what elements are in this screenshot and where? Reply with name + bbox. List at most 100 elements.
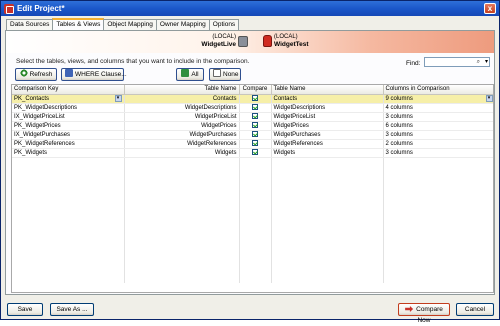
find-input[interactable]: ⌕ ▾ (424, 57, 490, 67)
database-banner: (LOCAL) WidgetLive (LOCAL) WidgetTest (6, 31, 494, 53)
search-icon[interactable]: ⌕ (477, 59, 480, 66)
title-bar[interactable]: Edit Project* x (1, 1, 499, 16)
where-clause-button[interactable]: WHERE Clause... (61, 68, 127, 81)
compare-checkbox[interactable] (252, 139, 258, 146)
compare-checkbox[interactable] (252, 121, 258, 128)
empty-cell (239, 175, 272, 184)
compare-cell[interactable] (239, 139, 272, 149)
right-table-name-cell-text: WidgetPurchases (273, 131, 321, 138)
table-row[interactable]: IX_WidgetPurchases WidgetPurchases WidgetP… (12, 130, 493, 140)
find-label: Find: (406, 60, 421, 67)
columns-in-comparison-cell[interactable]: 3 columns (383, 112, 493, 122)
columns-in-comparison-cell[interactable]: 3 columns (383, 130, 493, 140)
columns-in-comparison-cell[interactable]: 2 columns (383, 139, 493, 149)
columns-in-comparison-cell[interactable]: 3 columns (383, 148, 493, 158)
left-table-name-cell: Widgets (124, 148, 240, 158)
header-right-table-name[interactable]: Table Name (271, 85, 384, 95)
comparison-key-cell-text: PK_WidgetReferences (14, 140, 75, 147)
comparison-key-cell-text: IX_WidgetPriceList (14, 113, 65, 120)
empty-row (12, 211, 493, 220)
columns-in-comparison-cell[interactable]: 6 columns (383, 121, 493, 131)
select-all-button[interactable]: All (176, 68, 204, 81)
left-table-name-cell-text: WidgetPurchases (189, 131, 237, 138)
save-as-button[interactable]: Save As ... (50, 303, 94, 316)
compare-cell[interactable] (239, 94, 272, 104)
empty-cell (239, 157, 272, 166)
comparison-key-cell-text: PK_Contacts (14, 95, 50, 102)
comparison-key-cell[interactable]: PK_WidgetDescriptions (12, 103, 125, 113)
empty-cell (124, 166, 240, 175)
columns-in-comparison-cell-text: 4 columns (385, 104, 413, 111)
select-none-button[interactable]: None (209, 68, 241, 81)
target-database-label: (LOCAL) WidgetTest (274, 34, 334, 48)
empty-cell (12, 202, 125, 211)
compare-cell[interactable] (239, 148, 272, 158)
compare-checkbox[interactable] (252, 148, 258, 155)
left-table-name-cell: WidgetPurchases (124, 130, 240, 140)
table-row[interactable]: PK_WidgetPrices WidgetPrices WidgetPrices 6… (12, 121, 493, 131)
left-table-name-cell-text: WidgetPriceList (194, 113, 237, 120)
empty-row (12, 193, 493, 202)
refresh-button[interactable]: Refresh (15, 68, 57, 81)
comparison-key-cell[interactable]: PK_WidgetPrices (12, 121, 125, 131)
empty-cell (12, 175, 125, 184)
header-comparison-key[interactable]: Comparison Key (12, 85, 125, 95)
tab-data-sources[interactable]: Data Sources (6, 19, 54, 30)
chevron-down-icon[interactable]: ▾ (485, 58, 488, 65)
tab-tables-views[interactable]: Tables & Views (52, 18, 105, 30)
compare-checkbox[interactable] (252, 103, 258, 110)
app-icon (4, 3, 14, 14)
empty-cell (271, 184, 384, 193)
comparison-key-cell[interactable]: PK_Widgets (12, 148, 125, 158)
columns-in-comparison-cell[interactable]: ▾ 9 columns (383, 94, 493, 104)
save-button[interactable]: Save (7, 303, 43, 316)
table-row[interactable]: ▾ PK_Contacts Contacts Contacts ▾ 9 columns (12, 94, 493, 104)
left-table-name-cell: WidgetPrices (124, 121, 240, 131)
comparison-key-cell[interactable]: IX_WidgetPurchases (12, 130, 125, 140)
cancel-button[interactable]: Cancel (456, 303, 494, 316)
empty-cell (124, 202, 240, 211)
comparison-key-cell[interactable]: IX_WidgetPriceList (12, 112, 125, 122)
empty-cell (239, 211, 272, 220)
chevron-down-icon[interactable]: ▾ (114, 94, 122, 102)
chevron-down-icon[interactable]: ▾ (485, 94, 493, 102)
close-button[interactable]: x (484, 3, 496, 14)
empty-cell (271, 247, 384, 256)
table-row[interactable]: IX_WidgetPriceList WidgetPriceList WidgetP… (12, 112, 493, 122)
uncheck-icon (213, 69, 221, 77)
tab-owner-mapping[interactable]: Owner Mapping (155, 19, 210, 30)
compare-cell[interactable] (239, 103, 272, 113)
compare-checkbox[interactable] (252, 130, 258, 137)
columns-in-comparison-cell[interactable]: 4 columns (383, 103, 493, 113)
empty-cell (239, 229, 272, 238)
compare-now-button[interactable]: Compare Now (398, 303, 450, 324)
empty-row (12, 256, 493, 265)
empty-cell (239, 166, 272, 175)
comparison-key-cell-text: IX_WidgetPurchases (14, 131, 71, 138)
left-table-name-cell: WidgetPriceList (124, 112, 240, 122)
tab-object-mapping[interactable]: Object Mapping (103, 19, 157, 30)
empty-cell (383, 175, 493, 184)
compare-cell[interactable] (239, 121, 272, 131)
header-columns-in-comparison[interactable]: Columns in Comparison (383, 85, 493, 95)
header-compare[interactable]: Compare (239, 85, 272, 95)
table-row[interactable]: PK_WidgetDescriptions WidgetDescriptions W… (12, 103, 493, 113)
compare-checkbox[interactable] (252, 112, 258, 119)
empty-cell (271, 193, 384, 202)
comparison-key-cell[interactable]: ▾ PK_Contacts (12, 94, 125, 104)
compare-cell[interactable] (239, 112, 272, 122)
tab-options[interactable]: Options (208, 19, 240, 30)
empty-cell (239, 256, 272, 265)
empty-cell (12, 193, 125, 202)
empty-cell (383, 238, 493, 247)
empty-cell (12, 157, 125, 166)
empty-cell (271, 157, 384, 166)
compare-cell[interactable] (239, 130, 272, 140)
columns-in-comparison-cell-text: 2 columns (385, 140, 413, 147)
table-row[interactable]: PK_WidgetReferences WidgetReferences Widge… (12, 139, 493, 149)
header-left-table-name[interactable]: Table Name (124, 85, 240, 95)
compare-checkbox[interactable] (252, 94, 258, 101)
table-row[interactable]: PK_Widgets Widgets Widgets 3 columns (12, 148, 493, 158)
empty-cell (12, 166, 125, 175)
comparison-key-cell[interactable]: PK_WidgetReferences (12, 139, 125, 149)
